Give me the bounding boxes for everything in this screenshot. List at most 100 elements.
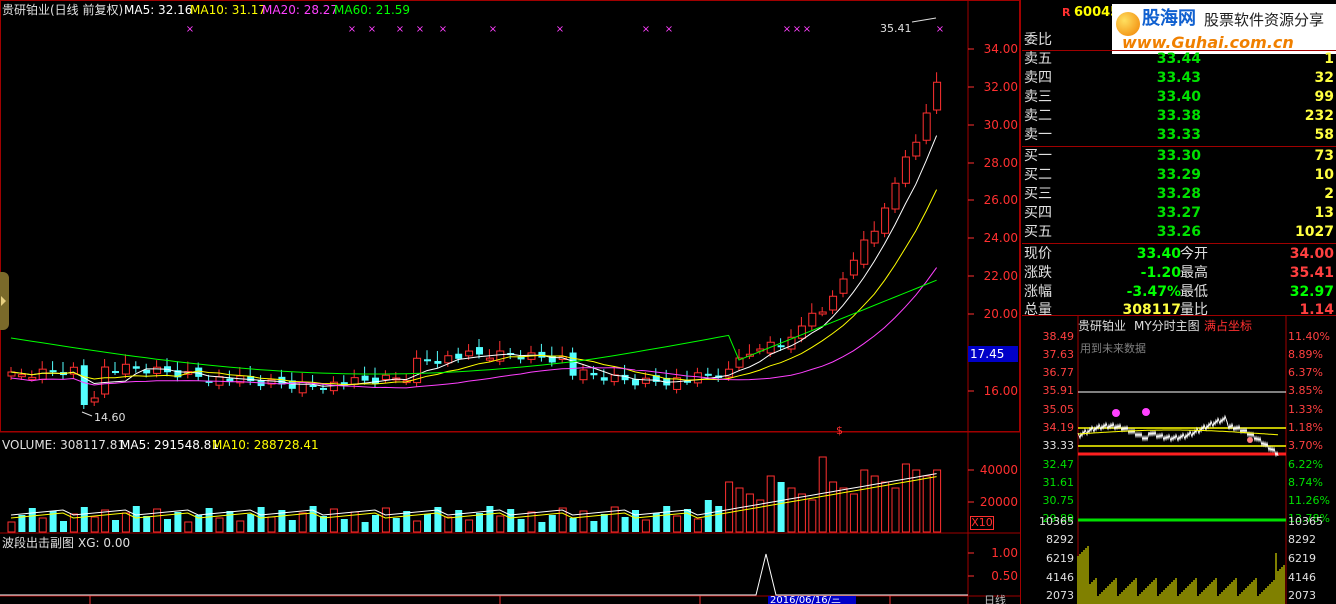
intraday-price-tick: 31.61	[1042, 476, 1075, 489]
bid-label: 买五	[1024, 224, 1052, 240]
bid-row: 买一 33.30 73	[1022, 147, 1336, 166]
candle-body	[361, 375, 369, 381]
volume-bar	[693, 518, 702, 533]
signal-x-marker: ×	[642, 24, 650, 35]
price-tick: 32.00	[983, 80, 1018, 94]
main-chart-area[interactable]: × × × × × × × × × × × × × ×	[0, 0, 1020, 604]
volume-bar	[372, 515, 379, 532]
candle-body	[933, 81, 942, 111]
candle-body	[132, 366, 140, 369]
candle-body	[80, 365, 88, 405]
candle-body	[870, 230, 879, 244]
xg-signal-line	[0, 553, 968, 596]
candle-body	[309, 384, 317, 387]
bid-row: 买五 33.26 1027	[1022, 223, 1336, 242]
candle-body	[485, 357, 494, 361]
volume-bar	[777, 482, 785, 532]
ask-volume: 99	[1314, 89, 1334, 105]
ask-volume: 32	[1314, 70, 1334, 86]
volume-bar	[329, 508, 338, 533]
volume-bar	[673, 515, 682, 533]
volume-bar	[226, 511, 234, 532]
volume-bar	[60, 521, 67, 532]
volume-bar	[164, 519, 171, 532]
kline-chart-svg[interactable]: × × × × × × × × × × × × × ×	[0, 0, 1020, 604]
intraday-volume-tick: 10365	[1288, 515, 1323, 528]
mini-buy-marker	[1142, 408, 1150, 416]
volume-bar	[403, 511, 411, 532]
candle-body	[434, 361, 442, 364]
dollar-marker: $	[836, 424, 843, 437]
ma5-label: MA5: 32.16	[124, 3, 193, 17]
volume-bar	[527, 511, 536, 533]
candle-body	[38, 368, 47, 380]
quote-label: 最低	[1180, 284, 1208, 300]
candle-body	[455, 353, 463, 359]
volume-bar	[860, 469, 869, 533]
chevron-right-icon	[1, 296, 6, 306]
bid-price: 33.26	[1156, 224, 1201, 240]
intraday-price-tick: 36.77	[1042, 366, 1075, 379]
volume-bar	[28, 508, 36, 532]
candle-body	[465, 350, 474, 357]
quote-row: 涨跌 -1.20 最高 35.41	[1022, 264, 1336, 283]
candle-body	[600, 377, 608, 381]
volume-bar	[174, 512, 182, 532]
volume-bar	[839, 487, 848, 533]
bid-volume: 13	[1314, 205, 1334, 221]
candle-body	[860, 239, 869, 265]
bid-volume: 73	[1314, 148, 1334, 164]
candle-body	[112, 371, 119, 374]
volume-ma5-label: MA5: 291548.81	[120, 438, 219, 452]
chart-title: 贵研铂业(日线 前复权)	[2, 3, 124, 17]
bid-price: 33.28	[1156, 186, 1201, 202]
price-tick: 26.00	[983, 193, 1018, 207]
candle-body	[381, 374, 390, 380]
volume-bar	[766, 475, 775, 533]
volume-bar	[829, 481, 838, 533]
ask-price: 33.40	[1156, 89, 1201, 105]
volume-bar	[641, 519, 650, 533]
intraday-pct-tick: 1.18%	[1288, 421, 1323, 434]
intraday-price-tick: 38.49	[1042, 330, 1075, 343]
intraday-pct-tick: 11.26%	[1288, 494, 1330, 507]
candle-body	[704, 373, 712, 376]
mini-sell-marker	[1247, 437, 1253, 443]
sub-tick: 0.50	[991, 569, 1018, 583]
ask-label: 卖四	[1024, 70, 1052, 86]
current-price-badge: 17.45	[968, 346, 1018, 362]
candle-body	[424, 359, 431, 362]
bid-label: 买一	[1024, 148, 1052, 164]
volume-bar	[684, 509, 691, 532]
signal-x-marker: ×	[556, 24, 564, 35]
intraday-price-tick: 33.33	[1042, 439, 1075, 452]
signal-x-marker: ×	[793, 24, 801, 35]
period-label[interactable]: 日线	[984, 595, 1006, 604]
volume-bar	[818, 456, 827, 533]
ma10-label: MA10: 31.17	[190, 3, 267, 17]
price-tick: 20.00	[983, 307, 1018, 321]
bid-price: 33.27	[1156, 205, 1201, 221]
volume-bar	[548, 515, 556, 532]
volume-bar	[444, 516, 453, 533]
ma60-line	[10, 279, 937, 375]
quote-label: 量比	[1180, 302, 1208, 315]
price-tick: 22.00	[983, 269, 1018, 283]
intraday-volume-tick: 8292	[1046, 533, 1074, 546]
quote-value: -3.47%	[1126, 284, 1181, 300]
volume-bar	[600, 514, 608, 532]
ask-label: 卖五	[1024, 51, 1052, 67]
quote-label: 涨幅	[1024, 284, 1052, 300]
ask-label: 卖三	[1024, 89, 1052, 105]
xg-value-label: XG: 0.00	[78, 536, 131, 550]
signal-x-marker: ×	[396, 24, 404, 35]
bid-volume: 1027	[1295, 224, 1334, 240]
intraday-price-tick: 34.19	[1042, 421, 1075, 434]
candle-body	[17, 374, 26, 378]
ask-label: 卖一	[1024, 127, 1052, 143]
bid-price: 33.30	[1156, 148, 1201, 164]
ma60-label: MA60: 21.59	[334, 3, 411, 17]
candle-body	[797, 325, 806, 339]
price-tick: 34.00	[983, 42, 1018, 56]
r-marker: R	[1062, 6, 1071, 19]
